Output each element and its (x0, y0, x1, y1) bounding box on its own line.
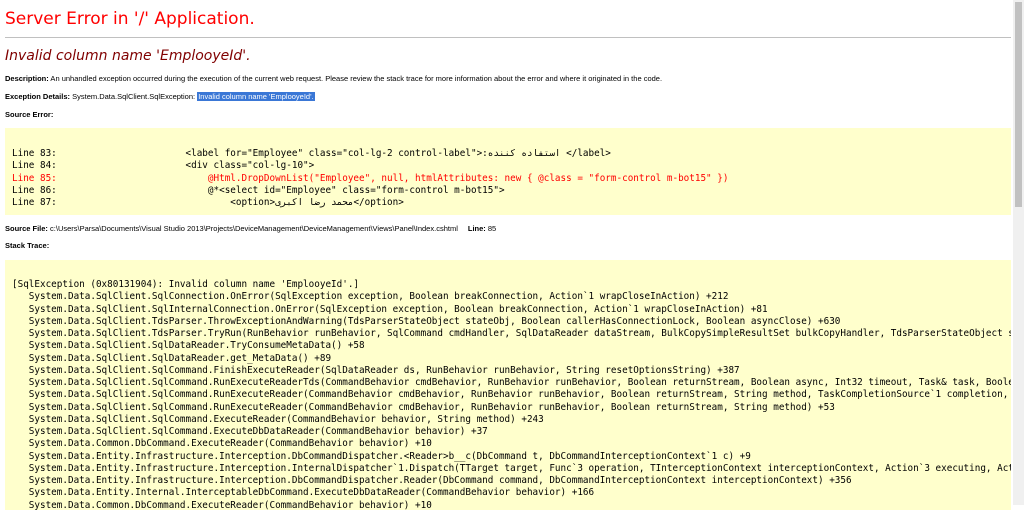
title-divider (5, 37, 1011, 38)
stack-trace-heading: Stack Trace: (5, 241, 49, 250)
exception-message-selected[interactable]: Invalid column name 'EmplooyeId'. (197, 92, 314, 101)
stack-trace-line: System.Data.SqlClient.SqlDataReader.get_… (12, 353, 1011, 365)
error-subtitle: Invalid column name 'EmplooyeId'. (5, 48, 251, 64)
stack-trace-line: System.Data.Common.DbCommand.ExecuteRead… (12, 438, 1011, 450)
description-text: An unhandled exception occurred during t… (49, 74, 662, 83)
stack-trace-line: System.Data.SqlClient.SqlCommand.FinishE… (12, 365, 1011, 377)
source-line: Line 87: <option>محمد رضا اکبری</option> (12, 197, 728, 209)
vertical-scrollbar[interactable] (1013, 0, 1024, 505)
source-error-lines: Line 83: <label for="Employee" class="co… (12, 148, 728, 209)
stack-trace-line: System.Data.SqlClient.SqlCommand.RunExec… (12, 402, 1011, 414)
stack-trace-line: System.Data.SqlClient.TdsParser.ThrowExc… (12, 316, 1011, 328)
exception-type: System.Data.SqlClient.SqlException: (70, 92, 197, 101)
stack-trace-line: System.Data.SqlClient.SqlDataReader.TryC… (12, 340, 1011, 352)
stack-trace-line: System.Data.Entity.Infrastructure.Interc… (12, 463, 1011, 475)
stack-trace-line: System.Data.Entity.Infrastructure.Interc… (12, 451, 1011, 463)
stack-trace-line: System.Data.Entity.Infrastructure.Interc… (12, 475, 1011, 487)
stack-trace-lines: [SqlException (0x80131904): Invalid colu… (12, 279, 1011, 510)
stack-trace-line: System.Data.SqlClient.SqlCommand.RunExec… (12, 389, 1011, 401)
page-title: Server Error in '/' Application. (5, 9, 255, 29)
source-error-heading: Source Error: (5, 110, 53, 119)
stack-trace-line: System.Data.Entity.Internal.Interceptabl… (12, 487, 1011, 499)
description-line: Description: An unhandled exception occu… (5, 74, 662, 83)
source-file-path: c:\Users\Parsa\Documents\Visual Studio 2… (48, 224, 458, 233)
source-line-label: Line: (468, 224, 486, 233)
source-line-value: 85 (486, 224, 496, 233)
source-line: Line 83: <label for="Employee" class="co… (12, 148, 728, 160)
source-line: Line 84: <div class="col-lg-10"> (12, 160, 728, 172)
stack-trace-line: System.Data.SqlClient.SqlCommand.Execute… (12, 414, 1011, 426)
exception-details-label: Exception Details: (5, 92, 70, 101)
stack-trace-line: System.Data.SqlClient.SqlInternalConnect… (12, 304, 1011, 316)
source-file-line: Source File: c:\Users\Parsa\Documents\Vi… (5, 224, 496, 233)
stack-trace-label: Stack Trace: (5, 241, 49, 250)
stack-trace-line: System.Data.SqlClient.SqlCommand.Execute… (12, 426, 1011, 438)
source-file-label: Source File: (5, 224, 48, 233)
stack-trace-line: [SqlException (0x80131904): Invalid colu… (12, 279, 1011, 291)
scrollbar-thumb[interactable] (1015, 2, 1022, 207)
source-error-code-box[interactable]: Line 83: <label for="Employee" class="co… (5, 128, 1011, 215)
source-line: Line 86: @*<select id="Employee" class="… (12, 185, 728, 197)
stack-trace-line: System.Data.SqlClient.SqlConnection.OnEr… (12, 291, 1011, 303)
source-error-label: Source Error: (5, 110, 53, 119)
stack-trace-line: System.Data.SqlClient.TdsParser.TryRun(R… (12, 328, 1011, 340)
exception-details-line: Exception Details: System.Data.SqlClient… (5, 92, 315, 101)
description-label: Description: (5, 74, 49, 83)
stack-trace-line: System.Data.SqlClient.SqlCommand.RunExec… (12, 377, 1011, 389)
stack-trace-code-box[interactable]: [SqlException (0x80131904): Invalid colu… (5, 260, 1011, 510)
source-line-error: Line 85: @Html.DropDownList("Employee", … (12, 173, 728, 185)
